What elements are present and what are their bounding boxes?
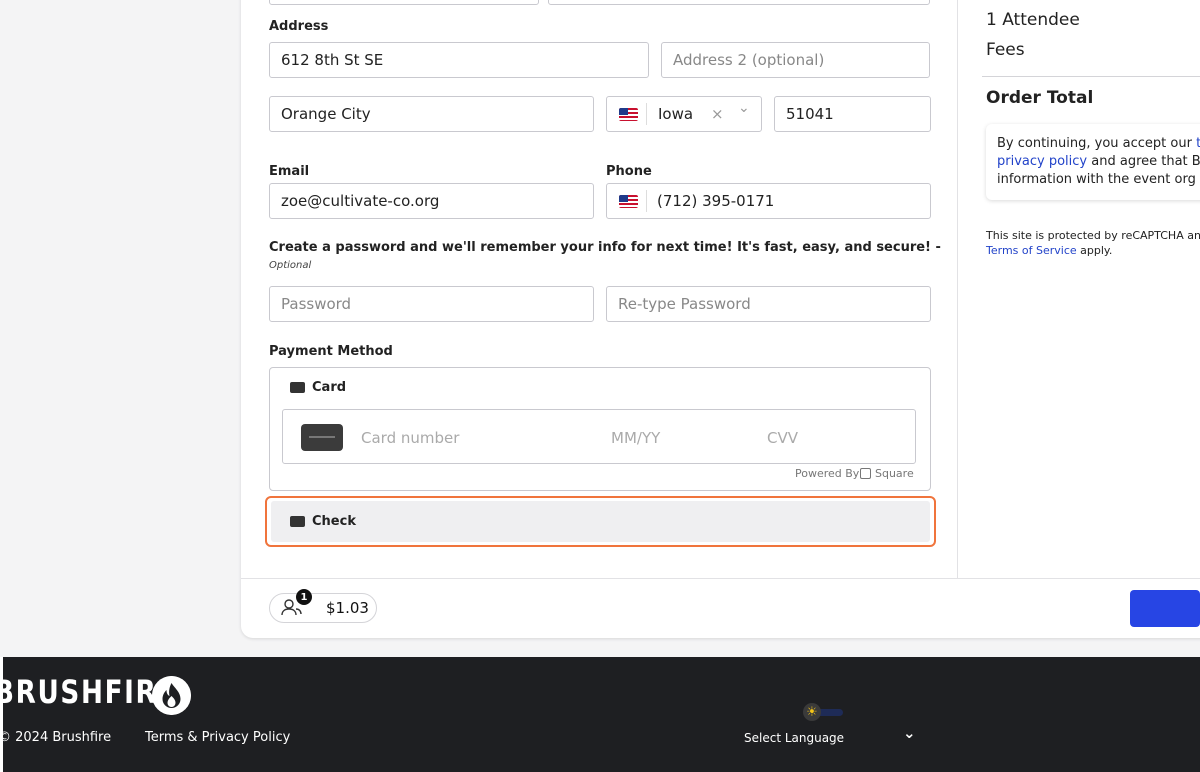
phone-input[interactable]: (712) 395-0171 (606, 183, 931, 219)
us-flag-icon[interactable] (619, 194, 638, 208)
site-footer (0, 657, 1200, 772)
state-value: Iowa (658, 105, 694, 123)
card-number-input[interactable]: Card number (361, 429, 459, 447)
email-input[interactable]: zoe@cultivate-co.org (269, 183, 594, 219)
terms-link[interactable]: t (1196, 136, 1200, 151)
previous-field-left[interactable] (269, 0, 539, 5)
previous-field-right[interactable] (548, 0, 930, 5)
city-value: Orange City (281, 105, 371, 123)
flame-logo-icon (152, 676, 191, 715)
address2-input[interactable]: Address 2 (optional) (661, 42, 930, 78)
summary-divider (957, 0, 958, 578)
clear-icon[interactable]: × (711, 105, 724, 123)
notice-line2: and agree that B (1087, 154, 1200, 169)
check-option-label[interactable]: Check (312, 514, 356, 529)
city-input[interactable]: Orange City (269, 96, 594, 132)
recaptcha-notice: This site is protected by reCAPTCHA an T… (986, 228, 1200, 258)
email-value: zoe@cultivate-co.org (281, 192, 440, 210)
language-select[interactable]: Select Language (744, 731, 844, 745)
check-option[interactable] (271, 501, 930, 542)
cart-total: $1.03 (326, 599, 369, 617)
brushfire-logo[interactable]: BRUSHFIRE (0, 673, 177, 711)
password-placeholder: Password (281, 295, 352, 313)
check-icon (290, 516, 305, 527)
zip-input[interactable]: 51041 (774, 96, 931, 132)
retype-placeholder: Re-type Password (618, 295, 751, 313)
address-input[interactable]: 612 8th St SE (269, 42, 649, 78)
phone-label: Phone (606, 164, 652, 179)
us-flag-icon (619, 107, 638, 121)
recaptcha-line2: apply. (1076, 244, 1113, 257)
card-option-label[interactable]: Card (312, 380, 346, 395)
email-label: Email (269, 164, 310, 179)
notice-line1: By continuing, you accept our (997, 136, 1197, 151)
chevron-down-icon[interactable]: ⌄ (738, 100, 750, 116)
zip-value: 51041 (786, 105, 834, 123)
payment-method-label: Payment Method (269, 344, 393, 359)
order-total-label: Order Total (986, 88, 1094, 108)
password-heading: Create a password and we'll remember you… (269, 240, 941, 255)
sun-icon: ☀ (803, 703, 821, 721)
credit-card-icon (290, 382, 305, 393)
chevron-down-icon[interactable]: ⌄ (903, 724, 916, 742)
state-select[interactable]: Iowa × ⌄ (606, 96, 762, 132)
theme-toggle[interactable]: ☀ (803, 703, 843, 721)
bottom-bar-divider (241, 578, 1200, 579)
address2-placeholder: Address 2 (optional) (673, 51, 825, 69)
terms-notice: By continuing, you accept our t privacy … (986, 124, 1200, 200)
optional-note: Optional (269, 260, 312, 271)
address-value: 612 8th St SE (281, 51, 384, 69)
square-logo-icon (860, 468, 871, 479)
recaptcha-line1: This site is protected by reCAPTCHA an (986, 229, 1200, 242)
fees-summary: Fees (986, 40, 1025, 60)
submit-button[interactable] (1130, 590, 1200, 627)
square-label: Square (875, 467, 914, 480)
privacy-policy-link[interactable]: privacy policy (997, 154, 1087, 169)
copyright-text: © 2024 Brushfire (0, 730, 112, 745)
retype-password-input[interactable]: Re-type Password (606, 286, 931, 322)
summary-divider-line (982, 76, 1200, 77)
attendee-summary: 1 Attendee (986, 10, 1080, 30)
phone-value: (712) 395-0171 (657, 192, 775, 210)
notice-line3: information with the event org (997, 172, 1196, 187)
powered-by-text: Powered By (795, 467, 860, 480)
card-brand-icon (301, 424, 343, 451)
state-separator (646, 103, 647, 125)
terms-privacy-link[interactable]: Terms & Privacy Policy (145, 730, 290, 745)
cvv-input[interactable]: CVV (767, 429, 798, 447)
password-input[interactable]: Password (269, 286, 594, 322)
phone-separator (646, 190, 647, 212)
expiry-input[interactable]: MM/YY (611, 429, 660, 447)
address-label: Address (269, 19, 329, 34)
terms-of-service-link[interactable]: Terms of Service (986, 244, 1077, 257)
attendee-count-badge: 1 (296, 589, 312, 605)
